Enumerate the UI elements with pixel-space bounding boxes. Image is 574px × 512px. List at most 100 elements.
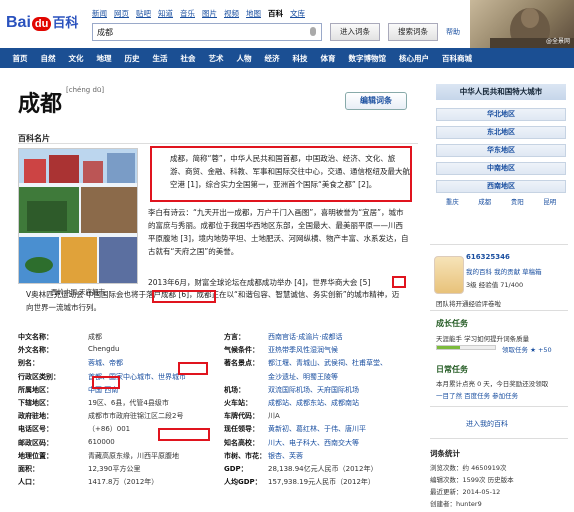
nav-history[interactable]: 历史	[118, 53, 146, 64]
link-zhidao[interactable]: 知道	[158, 8, 173, 19]
region-east[interactable]: 华东地区	[436, 144, 566, 157]
left-value: Chengdu	[88, 345, 120, 354]
left-key: 别名：	[18, 359, 39, 368]
search-entry-button[interactable]: 搜索词条	[388, 23, 438, 41]
right-key: 火车站：	[224, 399, 252, 407]
right-value[interactable]: 成都站、成都东站、成都南站	[268, 398, 359, 408]
username[interactable]: 616325346	[466, 253, 510, 261]
nav-museum[interactable]: 数字博物馆	[342, 53, 393, 64]
left-value: 610000	[88, 437, 115, 446]
top-links: 新闻 网页 贴吧 知道 音乐 图片 视频 地图 百科 文库	[92, 8, 305, 19]
right-key: 现任领导：	[224, 425, 259, 434]
region-southwest[interactable]: 西南地区	[436, 180, 566, 193]
stat-creator[interactable]: 创建者：hunter9	[430, 498, 482, 508]
left-value: 青藏高原东缘，川西平原腹地	[88, 451, 179, 460]
right-value[interactable]: 川大、电子科大、西南交大等	[268, 438, 359, 448]
daily-task-title: 日常任务	[436, 365, 468, 374]
nav-people[interactable]: 人物	[230, 53, 258, 64]
nav-society[interactable]: 社会	[174, 53, 202, 64]
left-value: 成都	[88, 333, 102, 341]
link-images[interactable]: 图片	[202, 8, 217, 19]
enter-my-baike-link[interactable]: 进入我的百科	[466, 419, 508, 429]
claim-task-link[interactable]: 领取任务 ★ +50	[502, 344, 552, 354]
nav-tech[interactable]: 科技	[286, 53, 314, 64]
growth-task-desc: 天涯能手 学习如何提升词条质量	[436, 335, 530, 343]
link-map[interactable]: 地图	[246, 8, 261, 19]
nav-economy[interactable]: 经济	[258, 53, 286, 64]
link-web[interactable]: 网页	[114, 8, 129, 19]
right-value[interactable]: 亚热带季风性湿润气候	[268, 345, 338, 355]
highlight-box-capital	[92, 376, 120, 389]
user-links[interactable]: 我的百科 我的贡献 草稿箱	[466, 266, 542, 276]
baidu-baike-logo[interactable]: Bai du 百科	[6, 12, 78, 32]
growth-task-title: 成长任务	[436, 319, 468, 328]
left-value[interactable]: 蓉城、帝都	[88, 358, 123, 368]
stat-views: 浏览次数：约 4650919次	[430, 464, 507, 472]
right-value: 157,938.19元人民币（2012年）	[268, 478, 375, 487]
right-key: 车牌代码：	[224, 412, 259, 421]
avatar[interactable]	[434, 256, 464, 294]
main-nav: 首页 自然 文化 地理 历史 生活 社会 艺术 人物 经济 科技 体育 数字博物…	[0, 48, 574, 68]
right-key: 方言：	[224, 333, 245, 341]
right-value[interactable]: 银杏、芙蓉	[268, 451, 303, 461]
region-central-south[interactable]: 中南地区	[436, 162, 566, 175]
highlight-box-olympics	[152, 290, 216, 303]
right-value[interactable]: 西南官话·成渝片·成都话	[268, 332, 342, 342]
divider	[430, 438, 568, 439]
highlight-box-areacode	[158, 428, 210, 441]
page-title: 成都	[18, 91, 63, 117]
entry-stats-title: 词条统计	[430, 449, 460, 458]
enter-entry-button[interactable]: 进入词条	[330, 23, 380, 41]
daily-task-desc: 本月累计点亮 0 天，今日奖励还没领取	[436, 380, 549, 388]
nav-sports[interactable]: 体育	[314, 53, 342, 64]
daily-task-links[interactable]: 一目了然 百度任务 参加任务	[436, 390, 518, 400]
region-north[interactable]: 华北地区	[436, 108, 566, 121]
nav-culture[interactable]: 文化	[62, 53, 90, 64]
divider	[430, 244, 568, 245]
nav-geography[interactable]: 地理	[90, 53, 118, 64]
message-notice[interactable]: 团队将开通经验评卷啦	[436, 298, 501, 308]
link-tieba[interactable]: 贴吧	[136, 8, 151, 19]
microphone-icon[interactable]	[310, 27, 316, 36]
nav-mall[interactable]: 百科商城	[436, 53, 479, 64]
left-key: 地理位置：	[18, 451, 53, 460]
nav-art[interactable]: 艺术	[202, 53, 230, 64]
right-key: 人均GDP：	[224, 478, 262, 487]
link-video[interactable]: 视频	[224, 8, 239, 19]
city-kunming[interactable]: 昆明	[543, 196, 556, 206]
link-news[interactable]: 新闻	[92, 8, 107, 19]
right-value[interactable]: 都江堰、青城山、武侯祠、杜甫草堂、	[268, 358, 387, 368]
left-value: 12,390平方公里	[88, 465, 141, 473]
left-key: 行政区类别：	[18, 372, 60, 381]
edit-entry-button[interactable]: 编辑词条	[345, 92, 407, 110]
link-music[interactable]: 音乐	[180, 8, 195, 19]
pinyin: [chéng dū]	[66, 86, 105, 94]
city-chengdu[interactable]: 成都	[478, 196, 491, 206]
nav-home[interactable]: 首页	[6, 53, 34, 64]
nav-core-users[interactable]: 核心用户	[393, 53, 436, 64]
link-wenku[interactable]: 文库	[290, 8, 305, 19]
left-key: 电话区号：	[18, 425, 53, 434]
right-value[interactable]: 金沙遗址、明蜀王陵等	[268, 372, 338, 382]
nav-life[interactable]: 生活	[146, 53, 174, 64]
search-input[interactable]: 成都	[92, 23, 322, 41]
divider	[430, 406, 568, 407]
collage-illustration	[19, 149, 137, 283]
left-key: 下辖地区：	[18, 399, 53, 407]
right-value[interactable]: 双流国际机场、天府国际机场	[268, 385, 359, 395]
nav-nature[interactable]: 自然	[34, 53, 62, 64]
user-level: 3级 经验值 71/400	[466, 281, 524, 289]
right-value[interactable]: 黄新初、葛红林、于伟、唐川平	[268, 424, 366, 434]
region-northeast[interactable]: 东北地区	[436, 126, 566, 139]
help-link[interactable]: 帮助	[446, 27, 460, 37]
city-collage-image[interactable]	[18, 148, 138, 284]
sidebar-heading: 中华人民共和国特大城市	[436, 84, 566, 100]
right-key: 市树、市花：	[224, 451, 266, 460]
left-value: 19区、6县，代管4县级市	[88, 399, 169, 407]
link-baike: 百科	[268, 9, 283, 18]
right-key: 机场：	[224, 385, 245, 394]
city-chongqing[interactable]: 重庆	[446, 196, 459, 206]
right-value: 28,138.94亿元人民币（2012年）	[268, 465, 378, 473]
city-guiyang[interactable]: 贵阳	[511, 196, 524, 206]
stat-edits[interactable]: 编辑次数：1599次 历史版本	[430, 474, 514, 484]
